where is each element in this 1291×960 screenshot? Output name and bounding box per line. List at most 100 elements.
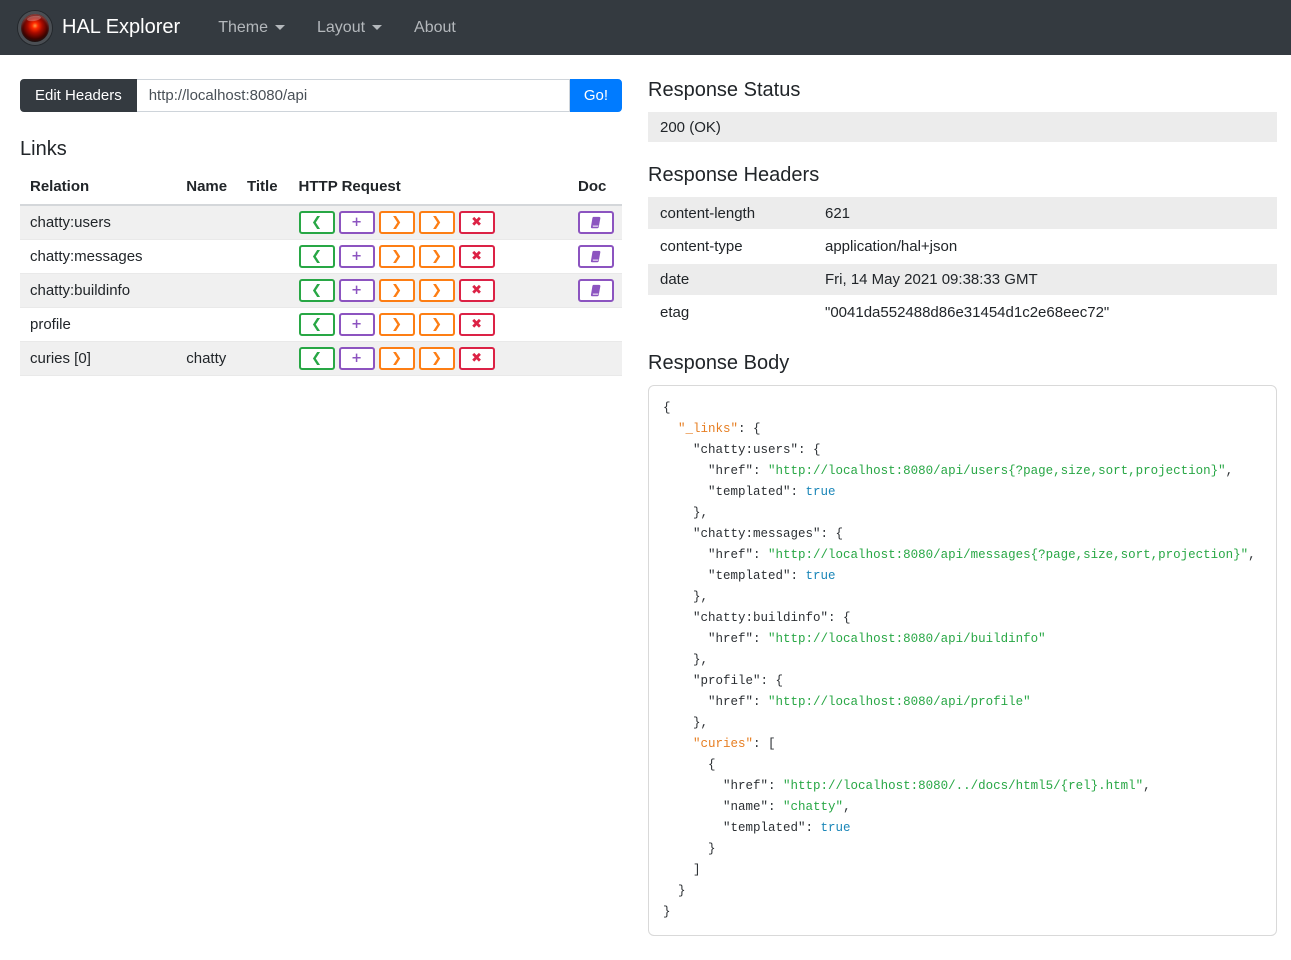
book-icon [589,216,602,229]
put-request-button[interactable]: ❯ [378,279,415,302]
hal-9000-eye-icon [18,10,52,45]
get-request-button[interactable]: ❮ [298,279,335,302]
json-key: "href" [708,548,754,562]
json-key: "templated" [708,485,791,499]
json-key: "templated" [723,821,806,835]
nav-item-layout[interactable]: Layout [305,11,394,45]
delete-request-button[interactable]: ✖ [458,347,495,370]
link-relation: profile [30,316,71,333]
brand[interactable]: HAL Explorer [18,10,180,45]
http-request-buttons: ❮ + ❯ ❯ ✖ [298,211,560,234]
json-punct: , [1248,548,1256,562]
patch-request-button[interactable]: ❯ [418,313,455,336]
links-title: Links [20,138,67,160]
response-header-row: content-length 621 [648,197,1277,230]
json-string: "http://localhost:8080/api/buildinfo" [768,632,1046,646]
http-request-buttons: ❮ + ❯ ❯ ✖ [298,313,560,336]
json-line: "chatty:users": { [663,440,1262,461]
delete-request-button[interactable]: ✖ [458,211,495,234]
links-table: Relation Name Title HTTP Request Doc chatty:… [20,171,622,376]
link-row: chatty:users ❮ + ❯ ❯ ✖ [20,205,622,240]
json-line: "href": "http://localhost:8080/api/messa… [663,545,1262,566]
json-line: "profile": { [663,671,1262,692]
post-request-button[interactable]: + [338,211,375,234]
post-request-button[interactable]: + [338,347,375,370]
edit-headers-button[interactable]: Edit Headers [20,79,137,112]
json-punct: : [ [753,737,776,751]
book-icon [589,284,602,297]
link-name [176,205,237,240]
main-content: Edit Headers Go! Links RelationNameTitle… [0,55,1291,960]
url-input[interactable] [136,79,570,112]
json-line: "name": "chatty", [663,797,1262,818]
column-header-doc: Doc [567,171,622,206]
json-punct: }, [693,716,709,730]
json-punct: : { [798,443,821,457]
put-request-button[interactable]: ❯ [378,211,415,234]
patch-request-button[interactable]: ❯ [418,245,455,268]
get-request-button[interactable]: ❮ [298,245,335,268]
go-button[interactable]: Go! [569,79,622,112]
json-punct: { [663,401,671,415]
link-name: chatty [186,350,227,367]
delete-request-button[interactable]: ✖ [458,313,495,336]
response-header-key: date [660,271,690,288]
json-line: "templated": true [663,818,1262,839]
json-hal-key: "curies" [693,737,754,751]
get-request-button[interactable]: ❮ [298,347,335,370]
json-punct: : [768,779,784,793]
doc-button[interactable] [577,211,614,234]
json-string: "http://localhost:8080/api/users{?page,s… [768,464,1226,478]
json-key: "profile" [693,674,761,688]
link-row: chatty:messages ❮ + ❯ ❯ ✖ [20,239,622,274]
json-punct: : [805,821,821,835]
json-line: "_links": { [663,419,1262,440]
json-punct: : [753,464,769,478]
doc-button[interactable] [577,245,614,268]
column-header-name: Name [176,171,237,206]
navbar: HAL Explorer Theme Layout About [0,0,1291,55]
put-request-button[interactable]: ❯ [378,313,415,336]
response-body-title: Response Body [648,352,790,374]
json-line: { [663,755,1262,776]
doc-button[interactable] [577,279,614,302]
chevron-down-icon [275,25,285,30]
json-line: "href": "http://localhost:8080/../docs/h… [663,776,1262,797]
json-punct: , [843,800,851,814]
json-punct: } [663,905,671,919]
json-key: "name" [723,800,769,814]
nav-item-label: Theme [218,18,268,36]
put-request-button[interactable]: ❯ [378,245,415,268]
json-key: "href" [708,632,754,646]
delete-request-button[interactable]: ✖ [458,245,495,268]
json-string: "http://localhost:8080/api/messages{?pag… [768,548,1249,562]
nav-item-theme[interactable]: Theme [206,11,297,45]
get-request-button[interactable]: ❮ [298,211,335,234]
post-request-button[interactable]: + [338,313,375,336]
json-literal: true [805,569,836,583]
response-header-row: etag "0041da552488d86e31454d1c2e68eec72" [648,296,1277,329]
json-line: { [663,398,1262,419]
json-punct: } [678,884,686,898]
delete-request-button[interactable]: ✖ [458,279,495,302]
json-hal-key: "_links" [678,422,739,436]
post-request-button[interactable]: + [338,279,375,302]
response-panel: Response Status 200 (OK) Response Header… [648,79,1277,936]
response-headers-title: Response Headers [648,164,820,186]
link-row: curies [0] chatty ❮ + ❯ ❯ ✖ [20,341,622,376]
link-relation: chatty:buildinfo [30,282,131,299]
put-request-button[interactable]: ❯ [378,347,415,370]
json-punct: , [1143,779,1151,793]
get-request-button[interactable]: ❮ [298,313,335,336]
nav-item-about[interactable]: About [402,11,468,45]
patch-request-button[interactable]: ❯ [418,279,455,302]
http-request-buttons: ❮ + ❯ ❯ ✖ [298,347,560,370]
post-request-button[interactable]: + [338,245,375,268]
patch-request-button[interactable]: ❯ [418,211,455,234]
response-status-value: 200 (OK) [648,112,1277,142]
json-punct: } [708,842,716,856]
response-header-key: etag [660,304,690,321]
link-title [237,308,289,342]
patch-request-button[interactable]: ❯ [418,347,455,370]
json-key: "href" [723,779,769,793]
